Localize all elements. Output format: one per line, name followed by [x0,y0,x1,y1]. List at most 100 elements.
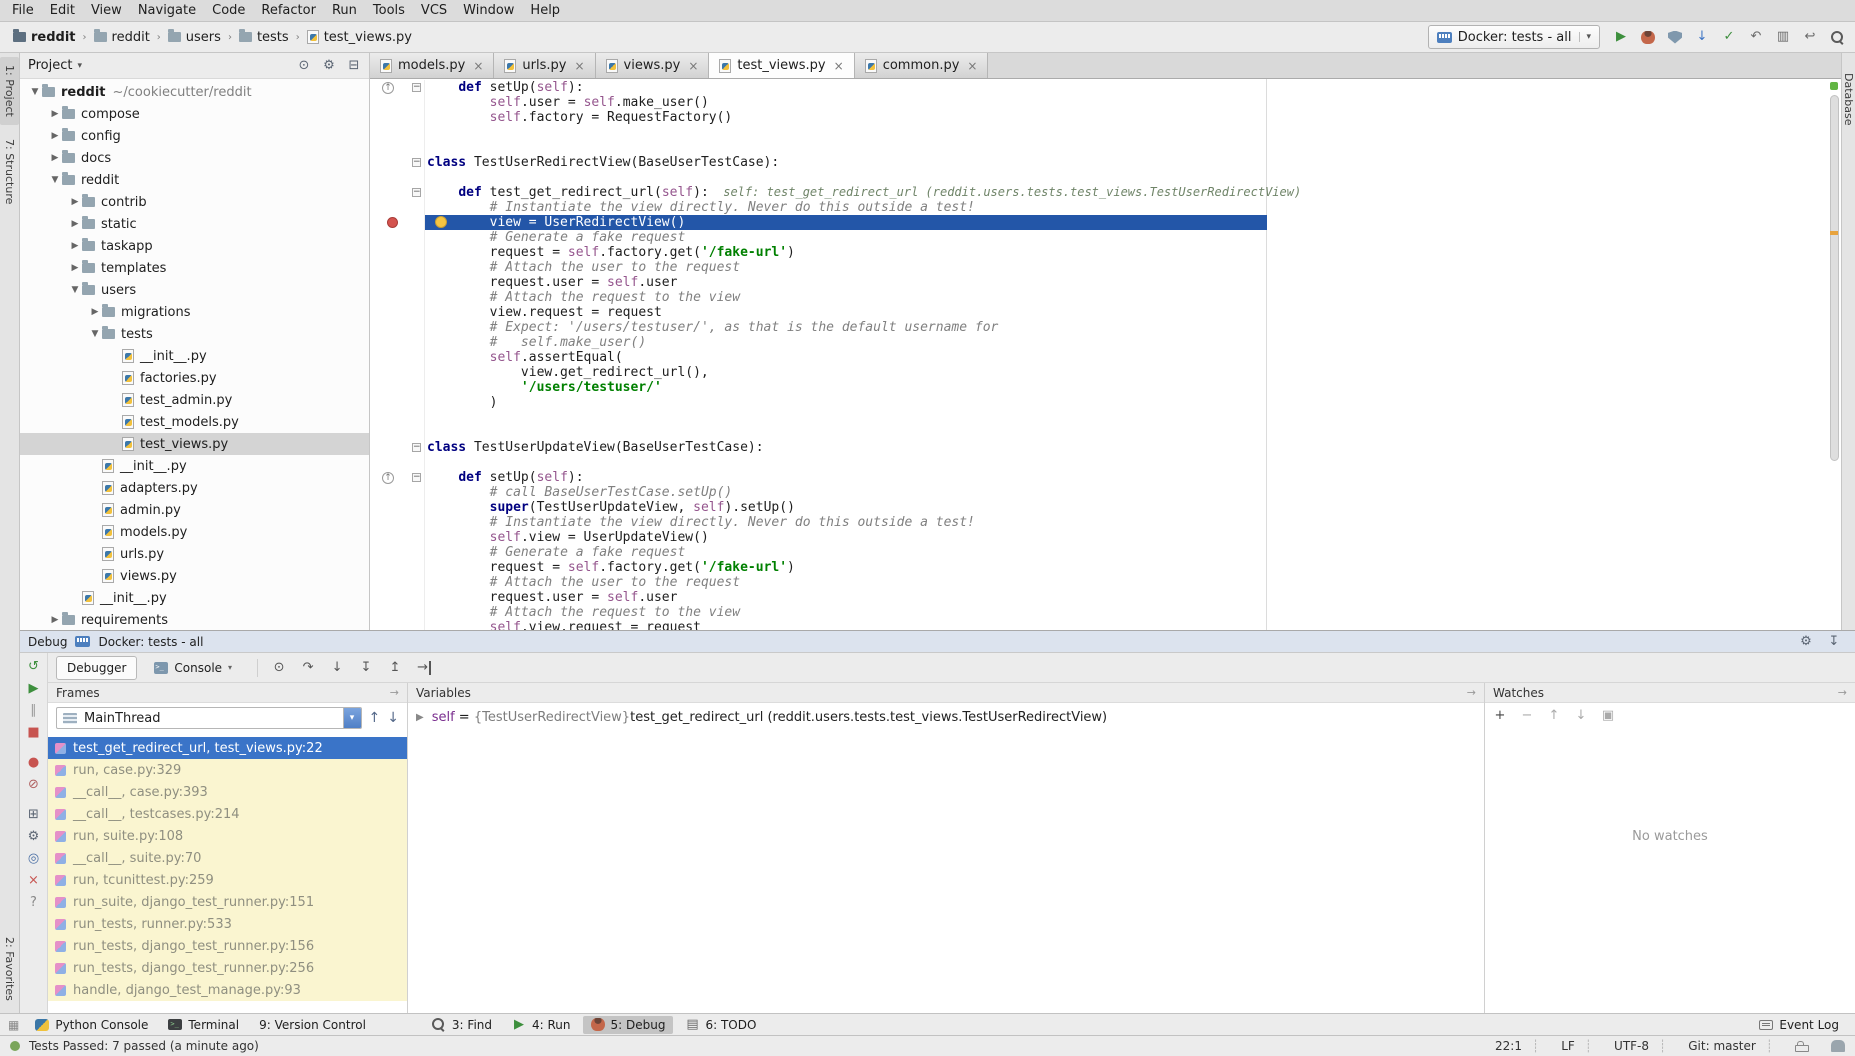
tree-item[interactable]: ▼tests [20,323,369,345]
hide-panel-icon[interactable]: ⊟ [347,59,361,73]
move-watch-up-icon[interactable]: ↑ [1547,709,1561,723]
collapse-arrow-icon[interactable]: ▼ [88,329,102,339]
chevron-down-icon[interactable]: ▾ [343,708,361,728]
toolwindow-button-6-todo[interactable]: ▤6: TODO [677,1016,764,1034]
tree-item[interactable]: ▼reddit [20,169,369,191]
tree-item[interactable]: ▶migrations [20,301,369,323]
thread-select[interactable]: MainThread ▾ [56,707,362,729]
frame-row[interactable]: run_tests, django_test_runner.py:256 [48,957,407,979]
fold-marker-icon[interactable]: − [412,473,421,482]
close-tab-icon[interactable]: × [686,59,698,73]
step-over-icon[interactable]: ↷ [301,661,315,675]
tree-item[interactable]: ▶config [20,125,369,147]
line-separator[interactable]: LF [1561,1039,1592,1053]
intention-bulb-icon[interactable] [435,216,447,228]
close-tab-icon[interactable]: × [572,59,584,73]
execution-stripe-mark[interactable] [1830,231,1838,235]
expand-arrow-icon[interactable]: ▶ [88,307,102,317]
frame-row[interactable]: __call__, case.py:393 [48,781,407,803]
toolwindow-button-4-run[interactable]: ▶4: Run [504,1016,579,1034]
toolwindow-button-3-find[interactable]: 3: Find [424,1016,500,1034]
collapse-arrow-icon[interactable]: ▼ [68,285,82,295]
toolwindow-button-9-version-control[interactable]: 9: Version Control [251,1016,374,1034]
debug-panel-settings-icon[interactable]: ⚙ [27,830,41,844]
run-config-select[interactable]: Docker: tests - all ▾ [1428,25,1600,49]
tool-strip-button-favorites[interactable]: 2: Favorites [0,929,19,1009]
next-frame-icon[interactable]: ↓ [387,710,399,726]
menu-item-refactor[interactable]: Refactor [253,1,324,20]
frame-row[interactable]: run_tests, runner.py:533 [48,913,407,935]
menu-item-help[interactable]: Help [522,1,568,20]
move-watch-down-icon[interactable]: ↓ [1574,709,1588,723]
toolwindow-button-5-debug[interactable]: 5: Debug [583,1016,674,1034]
frame-row[interactable]: test_get_redirect_url, test_views.py:22 [48,737,407,759]
tree-item[interactable]: test_admin.py [20,389,369,411]
frame-row[interactable]: handle, django_test_manage.py:93 [48,979,407,1001]
tool-strip-button-structure[interactable]: 7: Structure [0,131,19,212]
tree-item[interactable]: __init__.py [20,455,369,477]
tree-item[interactable]: adapters.py [20,477,369,499]
run-to-cursor-icon[interactable]: → [417,661,431,675]
project-panel-title[interactable]: Project [28,58,72,73]
add-watch-icon[interactable]: + [1493,709,1507,723]
stop-icon[interactable]: ■ [27,726,41,740]
tree-item[interactable]: urls.py [20,543,369,565]
run-icon[interactable]: ▶ [1614,30,1628,44]
breadcrumb-item[interactable]: reddit [91,28,153,47]
view-breakpoints-icon[interactable]: ● [27,756,41,770]
editor-tab[interactable]: views.py× [596,53,710,78]
breakpoint-icon[interactable] [387,217,398,228]
tree-item[interactable]: test_views.py [20,433,369,455]
expand-arrow-icon[interactable]: ▶ [48,615,62,625]
debug-tab-debugger[interactable]: Debugger [56,656,137,680]
breadcrumb-item[interactable]: users [165,28,224,47]
tree-item[interactable]: models.py [20,521,369,543]
chevron-down-icon[interactable]: ▾ [1579,32,1591,42]
scrollbar-thumb[interactable] [1830,95,1839,461]
tree-item[interactable]: ▶contrib [20,191,369,213]
expand-arrow-icon[interactable]: ▶ [48,131,62,141]
editor-tab[interactable]: urls.py× [494,53,595,78]
breadcrumb-item[interactable]: reddit [10,28,79,47]
close-tab-icon[interactable]: × [471,59,483,73]
tree-item[interactable]: test_models.py [20,411,369,433]
menu-item-run[interactable]: Run [324,1,365,20]
lock-icon[interactable] [1795,1045,1809,1052]
fold-marker-icon[interactable]: − [412,443,421,452]
debug-tab-console[interactable]: Console▾ [143,656,243,680]
collapse-arrow-icon[interactable]: ▼ [48,175,62,185]
hide-icon[interactable]: ↧ [1827,635,1841,649]
mute-breakpoints-icon[interactable]: ⊘ [27,778,41,792]
tree-item[interactable]: ▼users [20,279,369,301]
search-everywhere-icon[interactable] [1831,31,1845,44]
chevron-down-icon[interactable]: ▾ [77,61,82,71]
rerun-icon[interactable]: ↺ [27,660,41,674]
tree-item[interactable]: views.py [20,565,369,587]
fold-marker-icon[interactable]: − [412,188,421,197]
caret-position[interactable]: 22:1 [1495,1039,1539,1053]
frame-row[interactable]: run, tcunittest.py:259 [48,869,407,891]
duplicate-watch-icon[interactable]: ▣ [1601,709,1615,723]
expand-arrow-icon[interactable]: ▶ [68,241,82,251]
tree-item[interactable]: __init__.py [20,345,369,367]
status-message[interactable]: Tests Passed: 7 passed (a minute ago) [29,1039,259,1053]
menu-item-view[interactable]: View [83,1,130,20]
toolwindow-button-python-console[interactable]: Python Console [27,1016,156,1034]
restore-layout-icon[interactable]: ⊞ [27,808,41,822]
menu-item-vcs[interactable]: VCS [413,1,455,20]
help-icon[interactable]: ? [27,896,41,910]
editor-tab[interactable]: common.py× [855,53,989,78]
tree-item[interactable]: ▶docs [20,147,369,169]
tree-item[interactable]: factories.py [20,367,369,389]
step-into-icon[interactable]: ↓ [330,661,344,675]
tree-item[interactable]: admin.py [20,499,369,521]
frame-row[interactable]: __call__, testcases.py:214 [48,803,407,825]
fold-marker-icon[interactable]: − [412,83,421,92]
expand-arrow-icon[interactable]: ▶ [48,109,62,119]
show-execution-point-icon[interactable]: ⊙ [272,661,286,675]
history-icon[interactable]: ↶ [1749,30,1763,44]
override-marker-icon[interactable]: ↑ [382,82,394,94]
hector-icon[interactable] [1831,1040,1845,1052]
vcs-branch[interactable]: Git: master [1688,1039,1773,1053]
previous-frame-icon[interactable]: ↑ [369,710,381,726]
